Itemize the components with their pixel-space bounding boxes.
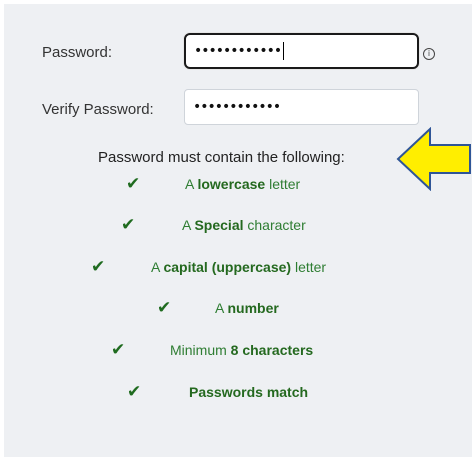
text-caret bbox=[283, 42, 285, 60]
verify-password-value: •••••••••••• bbox=[193, 99, 281, 115]
info-icon[interactable]: i bbox=[423, 48, 435, 60]
left-arrow-icon bbox=[396, 127, 471, 191]
verify-password-label: Verify Password: bbox=[42, 101, 154, 118]
password-input[interactable]: •••••••••••• bbox=[184, 33, 419, 69]
checkmark-icon: ✔ bbox=[126, 174, 141, 194]
checkmark-icon: ✔ bbox=[121, 215, 136, 235]
checkmark-icon: ✔ bbox=[111, 340, 126, 360]
checkmark-icon: ✔ bbox=[127, 382, 142, 402]
password-value: •••••••••••• bbox=[194, 43, 282, 59]
verify-password-input[interactable]: •••••••••••• bbox=[184, 89, 419, 125]
checkmark-icon: ✔ bbox=[91, 257, 106, 277]
checkmark-icon: ✔ bbox=[157, 298, 172, 318]
password-label: Password: bbox=[42, 44, 113, 61]
